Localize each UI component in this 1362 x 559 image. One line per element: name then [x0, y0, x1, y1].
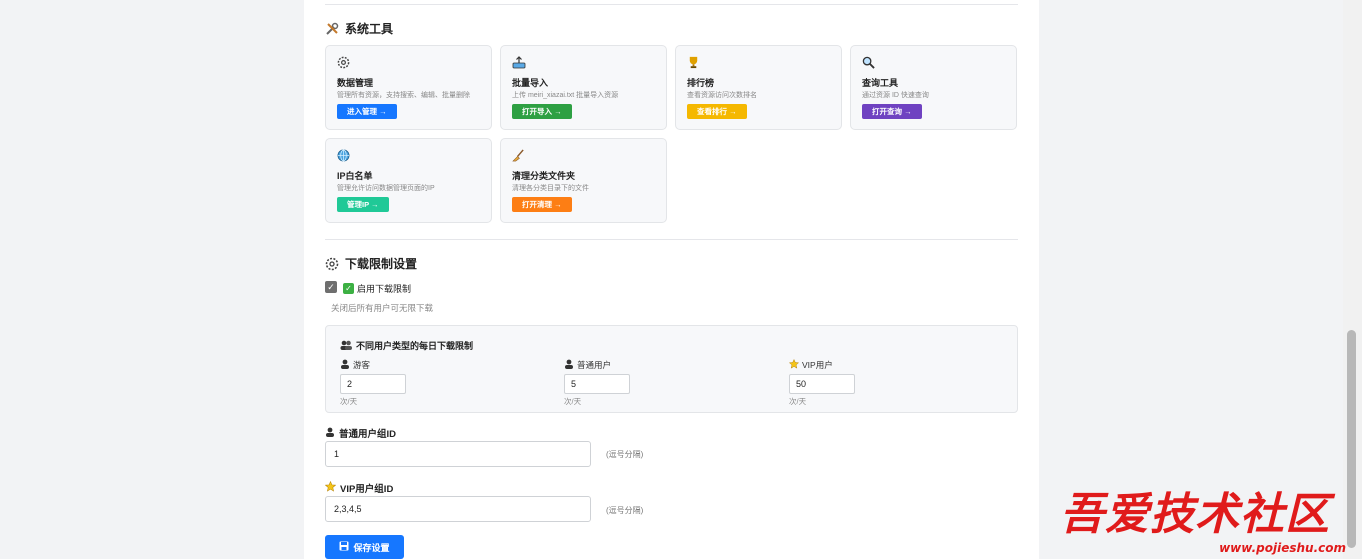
tool-card-desc: 上传 meiri_xiazai.txt 批量导入资源 [512, 92, 619, 99]
floppy-disk-icon [339, 541, 349, 553]
enable-limit-checkbox[interactable]: ✓ [325, 281, 337, 293]
vip-group-hint: (逗号分隔) [606, 506, 644, 515]
tool-card-desc: 通过资源 ID 快速查询 [862, 92, 929, 99]
check-mark-icon: ✓ [343, 283, 354, 294]
vip-group-label: VIP用户组ID [324, 480, 393, 495]
vip-group-input[interactable]: 2,3,4,5 [325, 496, 591, 522]
normal-group-label: 普通用户组ID [325, 426, 396, 440]
star-icon [788, 358, 800, 371]
tool-card: 数据管理管理所有资源，支持搜索、编辑、批量删除进入管理 → [325, 45, 492, 130]
limit-unit: 次/天 [340, 397, 358, 406]
limit-label: 普通用户 [564, 359, 630, 371]
tool-card-title: 批量导入 [512, 78, 549, 88]
normal-group-input[interactable]: 1 [325, 441, 591, 467]
watermark-url: www.pojieshu.com [1219, 541, 1346, 555]
inbox-upload-icon [512, 56, 526, 70]
tool-card: 排行榜查看资源访问次数排名查看排行 → [675, 45, 842, 130]
watermark-text: 吾爱技术社区 [1060, 489, 1330, 540]
tool-card-button[interactable]: 管理IP → [337, 197, 389, 212]
broom-icon [512, 149, 526, 163]
user-icon [564, 359, 574, 371]
tool-card-desc: 管理所有资源，支持搜索、编辑、批量删除 [337, 92, 470, 99]
tool-card-title: 清理分类文件夹 [512, 171, 576, 181]
tool-card-title: 数据管理 [337, 78, 374, 88]
tool-card-button[interactable]: 打开清理 → [512, 197, 572, 212]
watermark-logo: 吾爱技术社区 www.pojieshu.com [1060, 478, 1350, 559]
trophy-icon [687, 56, 701, 70]
enable-limit-label: ✓ 启用下载限制 [343, 282, 411, 295]
tool-card-desc: 清理各分类目录下的文件 [512, 185, 589, 192]
tool-card-title: IP白名单 [337, 171, 373, 181]
globe-icon [337, 149, 351, 163]
tool-card: IP白名单管理允许访问数据管理页面的IP 管理IP → [325, 138, 492, 223]
tool-card-title: 查询工具 [862, 78, 899, 88]
tool-card: 批量导入上传 meiri_xiazai.txt 批量导入资源打开导入 → [500, 45, 667, 130]
limit-label: VIP用户 [788, 358, 855, 371]
tool-card-desc: 管理允许访问数据管理页面的IP [337, 185, 435, 192]
tools-icon [325, 22, 339, 36]
limit-input[interactable]: 50 [789, 374, 855, 394]
user-icon [325, 427, 335, 440]
limit-unit: 次/天 [564, 397, 582, 406]
limit-column: VIP用户 50 次/天 [788, 358, 855, 407]
divider-middle [325, 239, 1018, 240]
tool-card-button[interactable]: 打开查询 → [862, 104, 922, 119]
tool-card-desc: 查看资源访问次数排名 [687, 92, 757, 99]
user-icon [340, 359, 350, 371]
divider-top [325, 4, 1018, 5]
tool-card-title: 排行榜 [687, 78, 715, 88]
limit-column: 普通用户 5 次/天 [564, 359, 630, 407]
tool-card: 清理分类文件夹清理各分类目录下的文件打开清理 → [500, 138, 667, 223]
enable-limit-hint: 关闭后所有用户可无限下载 [331, 303, 434, 313]
gear-icon [325, 257, 339, 271]
tool-card-button[interactable]: 进入管理 → [337, 104, 397, 119]
limits-panel: 不同用户类型的每日下载限制 游客 2 次/天 普通用户 5 次/天 VIP用户 50 次/天 [325, 325, 1018, 413]
star-icon [324, 480, 337, 495]
limit-unit: 次/天 [789, 397, 807, 406]
tool-card: 查询工具通过资源 ID 快速查询打开查询 → [850, 45, 1017, 130]
gear-icon [337, 56, 351, 70]
download-section-title: 下载限制设置 [325, 255, 417, 272]
magnifier-icon [862, 56, 876, 70]
tools-section-title: 系统工具 [325, 20, 393, 37]
tool-card-button[interactable]: 打开导入 → [512, 104, 572, 119]
tool-card-button[interactable]: 查看排行 → [687, 104, 747, 119]
limit-input[interactable]: 2 [340, 374, 406, 394]
save-settings-button[interactable]: 保存设置 [325, 535, 404, 559]
normal-group-hint: (逗号分隔) [606, 450, 644, 459]
limits-title: 不同用户类型的每日下载限制 [340, 339, 473, 352]
limit-input[interactable]: 5 [564, 374, 630, 394]
limit-label: 游客 [340, 359, 406, 371]
users-icon [340, 340, 352, 352]
limit-column: 游客 2 次/天 [340, 359, 406, 407]
